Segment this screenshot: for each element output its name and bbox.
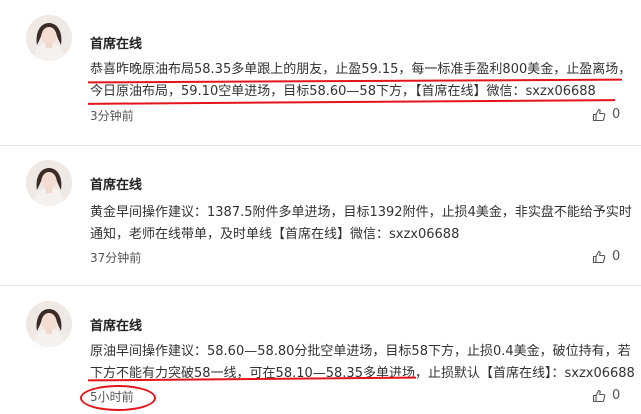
post-time: 3分钟前	[90, 109, 134, 123]
content-line: 原油早间操作建议：58.60—58.80分批空单进场，目标58下方，止损0.4美…	[90, 344, 631, 359]
like-count: 0	[612, 249, 621, 264]
avatar[interactable]	[26, 15, 72, 61]
thumbs-up-icon	[592, 108, 606, 122]
avatar[interactable]	[26, 301, 72, 347]
post-content: 黄金早间操作建议：1387.5附件多单进场，目标1392附件，止损4美金，非实盘…	[90, 202, 636, 246]
like-button[interactable]: 0	[592, 107, 620, 122]
like-count: 0	[612, 107, 621, 122]
thumbs-up-icon	[592, 250, 606, 264]
avatar[interactable]	[26, 160, 72, 206]
author-name[interactable]: 首席在线	[90, 37, 142, 53]
author-name[interactable]: 首席在线	[90, 178, 142, 194]
content-line: 恭喜昨晚原油布局58.35多单跟上的朋友，止盈59.15，每一标准手盈利800美…	[90, 62, 632, 77]
like-button[interactable]: 0	[592, 388, 620, 403]
thumbs-up-icon	[592, 389, 606, 403]
author-name[interactable]: 首席在线	[90, 319, 142, 335]
post-2: 首席在线 黄金早间操作建议：1387.5附件多单进场，目标1392附件，止损4美…	[0, 146, 641, 285]
post-time: 37分钟前	[90, 251, 142, 265]
content-line: 通知，老师在线带单，及时单线【首席在线】微信：sxzx06688	[90, 227, 460, 242]
like-button[interactable]: 0	[592, 249, 620, 264]
post-1: 首席在线 恭喜昨晚原油布局58.35多单跟上的朋友，止盈59.15，每一标准手盈…	[0, 0, 641, 145]
annotation-circle	[80, 385, 156, 411]
content-line: 下方不能有力突破58一线，可在58.10—58.35多单进场，止损默认【首席在线…	[90, 366, 635, 381]
content-line: 黄金早间操作建议：1387.5附件多单进场，目标1392附件，止损4美金，非实盘…	[90, 205, 632, 220]
like-count: 0	[612, 388, 621, 403]
